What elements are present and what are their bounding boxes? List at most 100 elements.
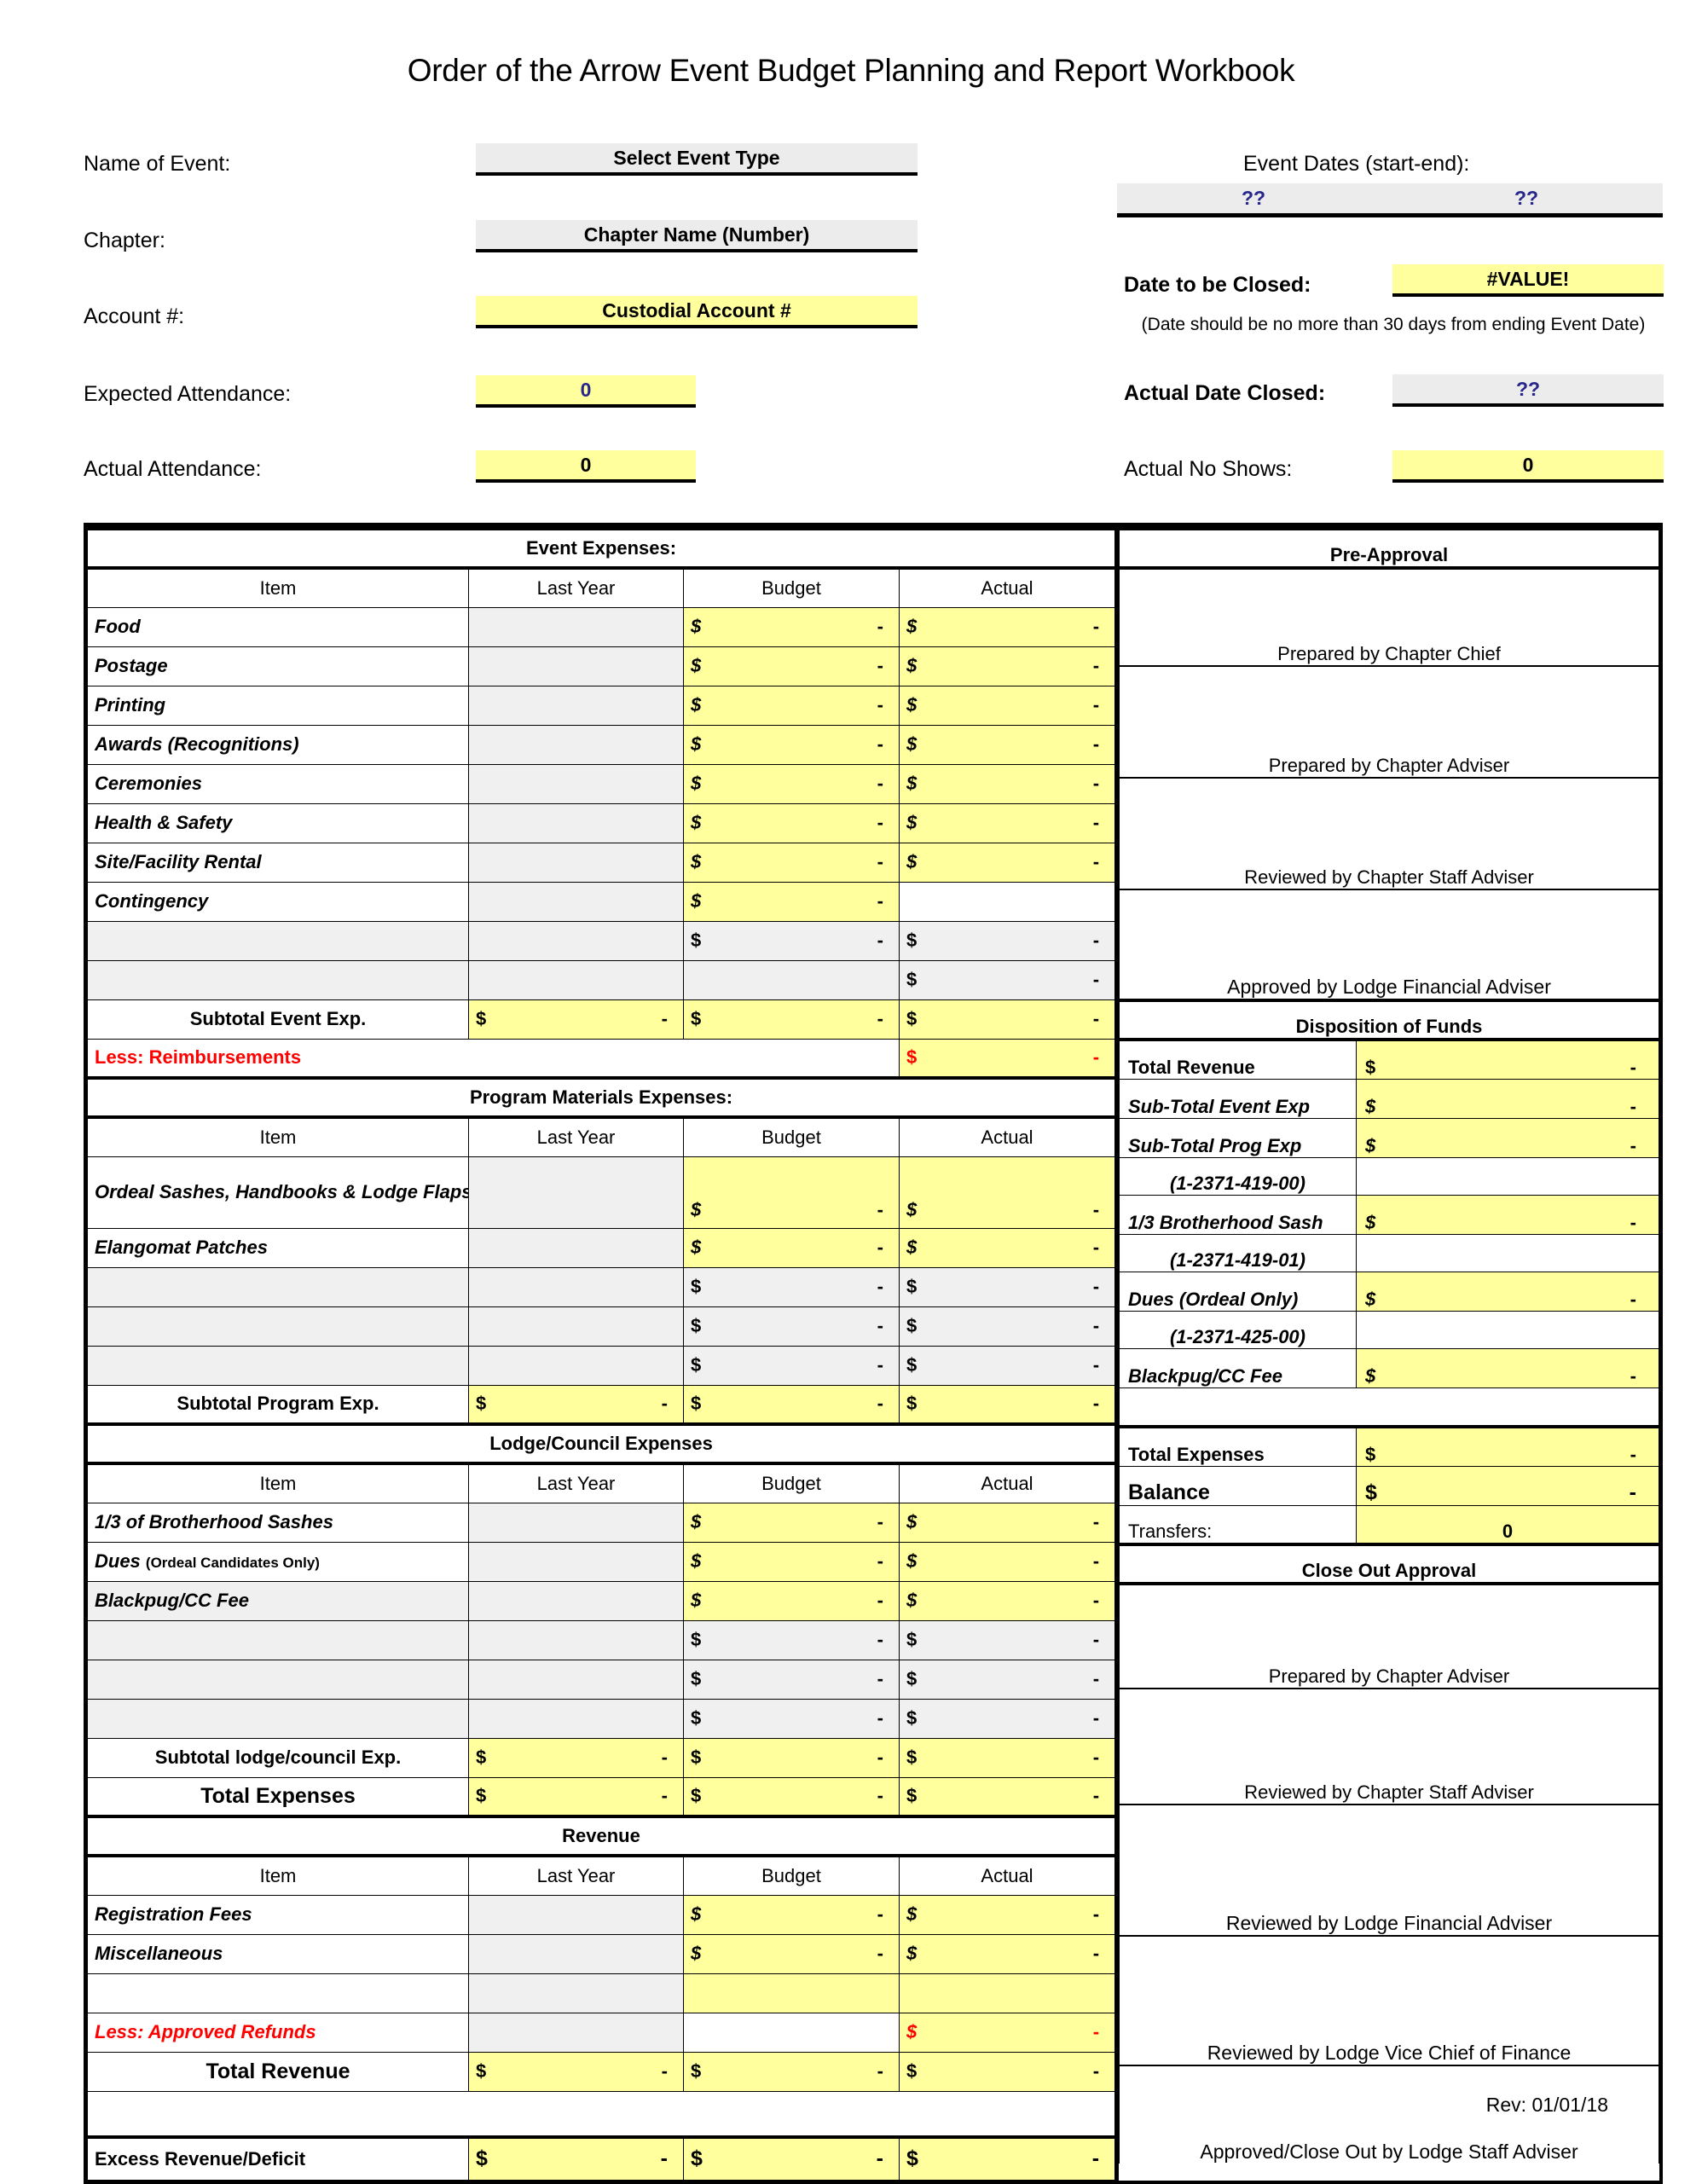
- row-item-label[interactable]: [87, 1306, 469, 1347]
- actual-cell[interactable]: $ -: [898, 802, 1116, 843]
- name-of-event-field[interactable]: Select Event Type: [476, 143, 918, 176]
- last-year-cell[interactable]: [468, 802, 684, 843]
- budget-cell[interactable]: [683, 2012, 900, 2053]
- last-year-cell[interactable]: [468, 959, 684, 1000]
- budget-cell[interactable]: $ -: [683, 724, 900, 765]
- budget-cell[interactable]: $ -: [683, 1156, 900, 1229]
- actual-cell[interactable]: $ -: [898, 763, 1116, 804]
- closeout-signature-reviewed-by-lodge-vice-chief-of-finance[interactable]: Reviewed by Lodge Vice Chief of Finance: [1119, 1935, 1659, 2066]
- budget-cell[interactable]: $ -: [683, 1541, 900, 1582]
- last-year-cell[interactable]: [468, 1659, 684, 1700]
- last-year-cell[interactable]: [468, 920, 684, 961]
- signature-reviewed-by-chapter-staff-adviser[interactable]: Reviewed by Chapter Staff Adviser: [1119, 777, 1659, 890]
- closeout-signature-reviewed-by-lodge-financial-adviser[interactable]: Reviewed by Lodge Financial Adviser: [1119, 1804, 1659, 1937]
- disposition-transfers-value[interactable]: 0: [1356, 1504, 1659, 1545]
- last-year-cell[interactable]: [468, 1345, 684, 1386]
- budget-cell[interactable]: [683, 1973, 900, 2013]
- actual-cell[interactable]: $ -: [898, 1659, 1116, 1700]
- last-year-cell[interactable]: [468, 1698, 684, 1739]
- actual-cell[interactable]: $ -: [898, 1619, 1116, 1660]
- actual-cell[interactable]: $ -: [898, 724, 1116, 765]
- actual-cell[interactable]: $ -: [898, 1156, 1116, 1229]
- last-year-cell[interactable]: [468, 1619, 684, 1660]
- budget-cell[interactable]: $ -: [683, 1933, 900, 1974]
- signature-approved-by-lodge-financial-adviser[interactable]: Approved by Lodge Financial Adviser: [1119, 889, 1659, 1002]
- last-year-cell[interactable]: [468, 2012, 684, 2053]
- row-item-label[interactable]: [87, 1345, 469, 1386]
- budget-cell[interactable]: $ -: [683, 881, 900, 922]
- last-year-cell[interactable]: [468, 1266, 684, 1307]
- actual-cell[interactable]: $ -: [898, 685, 1116, 726]
- budget-cell[interactable]: $ -: [683, 1502, 900, 1543]
- budget-cell[interactable]: $ -: [683, 802, 900, 843]
- actual-cell[interactable]: $ -: [898, 842, 1116, 883]
- actual-cell[interactable]: $ -: [898, 646, 1116, 686]
- row-item-label[interactable]: [87, 1266, 469, 1307]
- last-year-cell[interactable]: [468, 881, 684, 922]
- last-year-cell[interactable]: [468, 1894, 684, 1935]
- row-item-label[interactable]: [87, 1659, 469, 1700]
- budget-cell[interactable]: $ -: [683, 1227, 900, 1268]
- row-item-label[interactable]: [87, 959, 469, 1000]
- budget-cell[interactable]: $ -: [683, 842, 900, 883]
- budget-cell[interactable]: $ -: [683, 685, 900, 726]
- budget-cell[interactable]: $ -: [683, 1659, 900, 1700]
- actual-cell[interactable]: $ -: [898, 1541, 1116, 1582]
- last-year-cell[interactable]: [468, 763, 684, 804]
- budget-cell[interactable]: $ -: [683, 606, 900, 647]
- last-year-cell[interactable]: [468, 1580, 684, 1621]
- account-number-field[interactable]: Custodial Account #: [476, 296, 918, 328]
- actual-cell[interactable]: $ -: [898, 1345, 1116, 1386]
- last-year-cell[interactable]: [468, 1541, 684, 1582]
- actual-cell[interactable]: $ -: [898, 1894, 1116, 1935]
- last-year-cell[interactable]: [468, 1306, 684, 1347]
- actual-cell[interactable]: [898, 881, 1116, 922]
- budget-cell[interactable]: $ -: [683, 1698, 900, 1739]
- budget-cell[interactable]: $ -: [683, 1619, 900, 1660]
- budget-cell[interactable]: $ -: [683, 646, 900, 686]
- actual-cell[interactable]: $ -: [898, 1502, 1116, 1543]
- row-item-label[interactable]: [87, 1619, 469, 1660]
- signature-prepared-by-chapter-chief[interactable]: Prepared by Chapter Chief: [1119, 567, 1659, 667]
- expected-attendance-field[interactable]: 0: [476, 375, 696, 408]
- last-year-cell[interactable]: [468, 1156, 684, 1229]
- budget-cell[interactable]: $ -: [683, 1306, 900, 1347]
- budget-cell[interactable]: $ -: [683, 1580, 900, 1621]
- budget-cell[interactable]: $ -: [683, 920, 900, 961]
- actual-cell[interactable]: $ -: [898, 920, 1116, 961]
- last-year-cell[interactable]: [468, 1502, 684, 1543]
- event-date-end-value[interactable]: ??: [1390, 187, 1663, 210]
- last-year-cell[interactable]: [468, 724, 684, 765]
- last-year-cell[interactable]: [468, 842, 684, 883]
- event-date-start-value[interactable]: ??: [1117, 187, 1390, 210]
- budget-cell[interactable]: $ -: [683, 1266, 900, 1307]
- closeout-signature-reviewed-by-chapter-staff-adviser[interactable]: Reviewed by Chapter Staff Adviser: [1119, 1688, 1659, 1805]
- last-year-cell[interactable]: [468, 1973, 684, 2013]
- row-item-label[interactable]: [87, 920, 469, 961]
- signature-prepared-by-chapter-adviser[interactable]: Prepared by Chapter Adviser: [1119, 665, 1659, 779]
- last-year-cell[interactable]: [468, 1933, 684, 1974]
- budget-cell[interactable]: $ -: [683, 763, 900, 804]
- actual-date-closed-field[interactable]: ??: [1392, 374, 1664, 407]
- actual-cell[interactable]: $ -: [898, 1227, 1116, 1268]
- chapter-field[interactable]: Chapter Name (Number): [476, 220, 918, 252]
- refunds-actual-cell[interactable]: $ -: [898, 2012, 1116, 2053]
- actual-cell[interactable]: $ -: [898, 1266, 1116, 1307]
- budget-cell[interactable]: $ -: [683, 1894, 900, 1935]
- actual-cell[interactable]: $ -: [898, 1698, 1116, 1739]
- last-year-cell[interactable]: [468, 685, 684, 726]
- actual-cell[interactable]: $ -: [898, 1580, 1116, 1621]
- last-year-cell[interactable]: [468, 606, 684, 647]
- row-item-label[interactable]: [87, 1698, 469, 1739]
- actual-cell[interactable]: [898, 1973, 1116, 2013]
- last-year-cell[interactable]: [468, 1227, 684, 1268]
- actual-cell[interactable]: $ -: [898, 1306, 1116, 1347]
- actual-cell[interactable]: $ -: [898, 606, 1116, 647]
- actual-attendance-field[interactable]: 0: [476, 450, 696, 483]
- actual-cell[interactable]: $ -: [898, 959, 1116, 1000]
- actual-no-shows-field[interactable]: 0: [1392, 450, 1664, 483]
- closeout-signature-prepared-by-chapter-adviser[interactable]: Prepared by Chapter Adviser: [1119, 1583, 1659, 1689]
- budget-cell[interactable]: [683, 959, 900, 1000]
- row-item-label[interactable]: [87, 1973, 469, 2013]
- budget-cell[interactable]: $ -: [683, 1345, 900, 1386]
